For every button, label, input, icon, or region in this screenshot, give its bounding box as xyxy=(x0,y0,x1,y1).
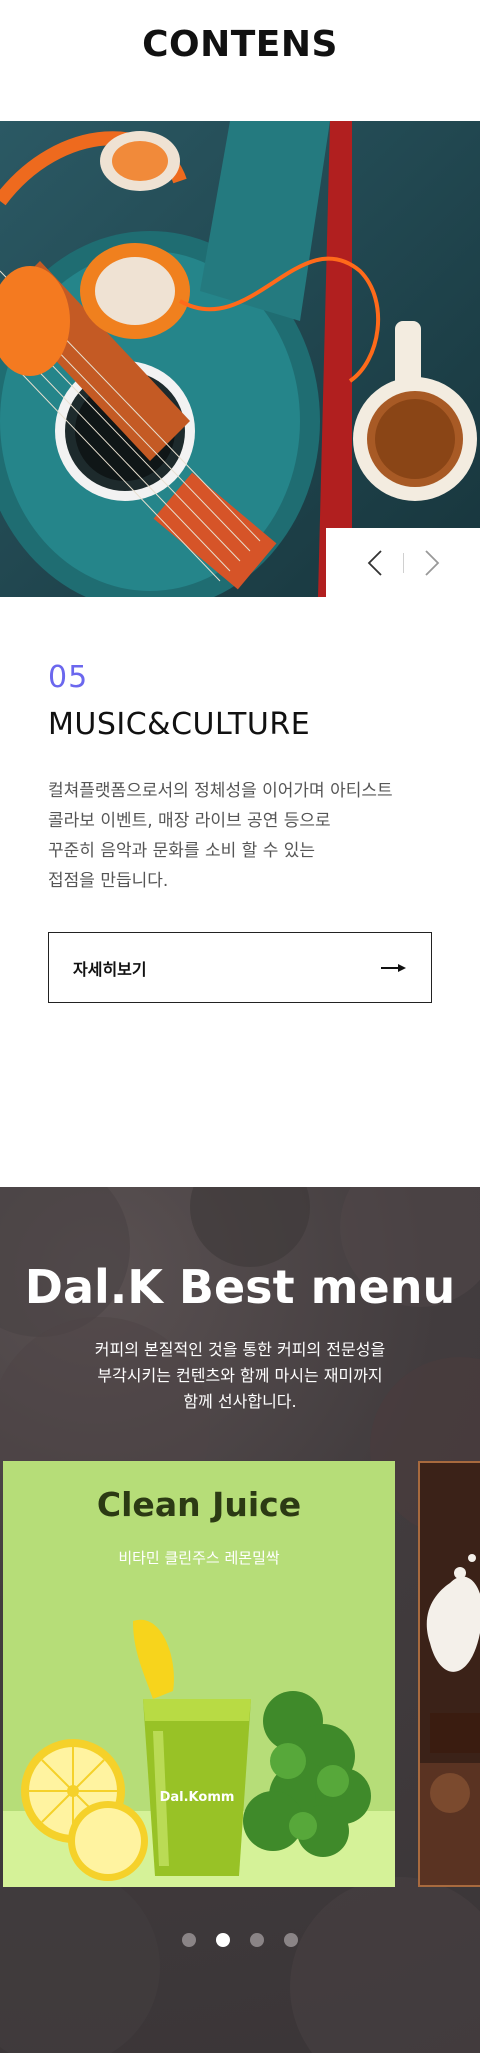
description-line: 콜라보 이벤트, 매장 라이브 공연 등으로 xyxy=(48,811,331,831)
content-title: MUSIC&CULTURE xyxy=(48,707,311,742)
menu-card-next[interactable] xyxy=(418,1461,480,1887)
carousel-dots xyxy=(0,1933,480,1947)
page-title: CONTENS xyxy=(142,24,338,65)
chevron-right-icon xyxy=(424,549,439,576)
arrow-right-icon xyxy=(381,963,406,972)
chevron-left-icon xyxy=(367,549,382,576)
view-more-button[interactable]: 자세히보기 xyxy=(48,932,432,1003)
cup-logo: Dal.Komm xyxy=(160,1790,235,1805)
carousel-dot-active[interactable] xyxy=(216,1933,230,1947)
best-menu-subtitle: 커피의 본질적인 것을 통한 커피의 전문성을 부각시키는 컨텐츠와 함께 마시… xyxy=(60,1337,420,1415)
next-button[interactable] xyxy=(414,545,450,581)
subtitle-line: 커피의 본질적인 것을 통한 커피의 전문성을 xyxy=(94,1340,386,1359)
subtitle-line: 부각시키는 컨텐츠와 함께 마시는 재미까지 xyxy=(97,1366,383,1385)
menu-card-subtitle: 비타민 클린주스 레몬밀싹 xyxy=(118,1549,280,1567)
best-menu-section: Dal.K Best menu 커피의 본질적인 것을 통한 커피의 전문성을 … xyxy=(0,1187,480,2053)
description-line: 접점을 만듭니다. xyxy=(48,871,169,891)
carousel-dot[interactable] xyxy=(284,1933,298,1947)
description-line: 컬쳐플랫폼으로서의 정체성을 이어가며 아티스트 xyxy=(48,781,393,801)
carousel-dot[interactable] xyxy=(250,1933,264,1947)
subtitle-line: 함께 선사합니다. xyxy=(183,1392,297,1411)
best-menu-title: Dal.K Best menu xyxy=(24,1260,456,1314)
carousel-dot[interactable] xyxy=(182,1933,196,1947)
prev-button[interactable] xyxy=(357,545,393,581)
menu-card-title: Clean Juice xyxy=(96,1485,302,1524)
hero-image xyxy=(0,121,480,597)
slider-nav xyxy=(326,528,480,597)
nav-divider xyxy=(402,552,404,573)
content-number: 05 xyxy=(48,660,89,695)
view-more-label: 자세히보기 xyxy=(73,959,147,979)
content-description: 컬쳐플랫폼으로서의 정체성을 이어가며 아티스트 콜라보 이벤트, 매장 라이브… xyxy=(48,776,448,896)
chocolate-drink-image xyxy=(420,1554,480,1885)
description-line: 꾸준히 음악과 문화를 소비 할 수 있는 xyxy=(48,841,316,861)
menu-card[interactable]: Clean Juice 비타민 클린주스 레몬밀싹 Dal.Komm xyxy=(3,1461,395,1887)
juice-image: Dal.Komm xyxy=(21,1619,371,1881)
